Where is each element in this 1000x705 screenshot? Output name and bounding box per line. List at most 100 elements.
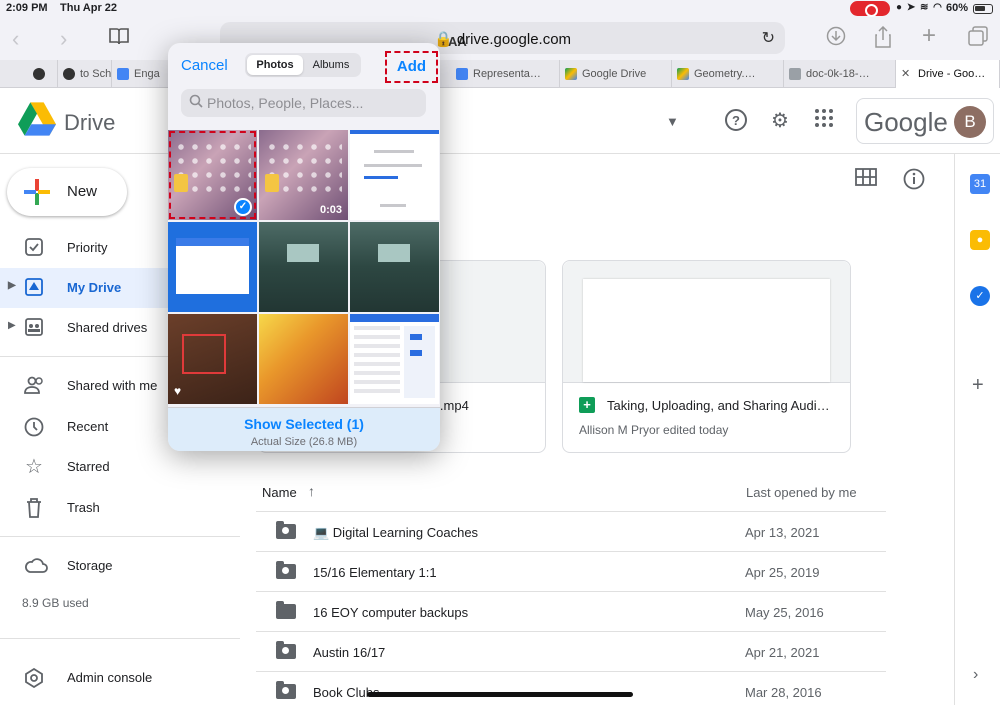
- shared-folder-icon: [276, 681, 296, 699]
- bookmarks-icon[interactable]: [108, 26, 130, 52]
- show-selected-button[interactable]: Show Selected (1): [168, 416, 440, 432]
- expand-caret-icon[interactable]: ▶: [8, 280, 16, 291]
- search-placeholder: Photos, People, Places...: [207, 95, 364, 111]
- shared-folder-icon: [276, 561, 296, 579]
- screen-recording-icon[interactable]: [850, 1, 890, 17]
- photo-picker-popover: Cancel Photos Albums Add Photos, People,…: [168, 43, 440, 451]
- photo-search-input[interactable]: Photos, People, Places...: [181, 89, 426, 117]
- add-addon-icon[interactable]: +: [972, 374, 984, 397]
- folder-date: Apr 21, 2021: [745, 645, 820, 660]
- actual-size-option[interactable]: Actual Size (26.8 MB): [168, 436, 440, 448]
- google-wordmark: Google: [864, 107, 948, 137]
- divider: [0, 638, 240, 639]
- cloud-icon: [24, 556, 48, 576]
- sidebar-item-storage[interactable]: Storage: [0, 546, 240, 586]
- keep-icon[interactable]: ●: [970, 230, 990, 250]
- browser-tab[interactable]: Representa…: [451, 60, 560, 88]
- folder-date: Mar 28, 2016: [745, 685, 822, 700]
- browser-tab[interactable]: Enga: [112, 60, 170, 88]
- folder-name: 16 EOY computer backups: [313, 605, 469, 620]
- folder-date: Apr 13, 2021: [745, 525, 820, 540]
- sheets-icon: +: [579, 397, 595, 413]
- grid-view-icon[interactable]: [855, 168, 877, 192]
- close-tab-icon[interactable]: ✕: [901, 67, 913, 80]
- search-options-icon[interactable]: ▼: [666, 114, 679, 129]
- add-button[interactable]: Add: [385, 51, 438, 83]
- sidebar-item-starred[interactable]: ☆ Starred: [0, 447, 240, 487]
- photo-thumbnail[interactable]: ♥: [168, 314, 257, 404]
- home-indicator[interactable]: [367, 692, 633, 697]
- new-button[interactable]: New: [7, 168, 127, 216]
- apps-grid-icon[interactable]: [812, 108, 836, 132]
- tab-favicon: [63, 68, 75, 80]
- arrow-up-icon[interactable]: ↑: [308, 483, 315, 499]
- table-row[interactable]: 15/16 Elementary 1:1 Apr 25, 2019: [256, 552, 886, 592]
- tab-favicon: [33, 68, 45, 80]
- tabs-overview-icon[interactable]: [968, 26, 988, 52]
- browser-tab-active[interactable]: ✕ Drive - Goo…: [896, 60, 1000, 88]
- browser-tab[interactable]: doc-0k-18-…: [784, 60, 896, 88]
- browser-tab[interactable]: Google Drive: [560, 60, 672, 88]
- chevron-right-icon[interactable]: ›: [973, 666, 978, 684]
- folder-name: Austin 16/17: [313, 645, 386, 660]
- browser-tab[interactable]: [28, 60, 58, 88]
- photo-thumbnail[interactable]: [350, 314, 439, 404]
- new-tab-icon[interactable]: +: [922, 22, 936, 50]
- reload-icon[interactable]: ↻: [762, 28, 775, 48]
- search-icon: [189, 94, 203, 108]
- sidebar-item-label: Shared drives: [67, 320, 148, 335]
- file-title: Taking, Uploading, and Sharing Audi…: [607, 398, 830, 413]
- folder-date: May 25, 2016: [745, 605, 824, 620]
- tab-favicon: [117, 68, 129, 80]
- checkmark-icon: ✓: [234, 198, 252, 216]
- photo-thumbnail[interactable]: [168, 222, 257, 312]
- divider: [0, 536, 240, 537]
- info-icon[interactable]: [903, 168, 925, 196]
- video-thumbnail[interactable]: 0:03: [259, 130, 348, 220]
- calendar-icon[interactable]: 31: [970, 174, 990, 194]
- sidebar-item-label: Shared with me: [67, 378, 158, 393]
- suggested-file-card[interactable]: + Taking, Uploading, and Sharing Audi… A…: [562, 260, 851, 453]
- table-row[interactable]: 💻 Digital Learning Coaches Apr 13, 2021: [256, 512, 886, 552]
- sidebar-item-label: My Drive: [67, 280, 122, 295]
- status-date: Thu Apr 22: [60, 2, 118, 14]
- back-icon[interactable]: ‹: [12, 26, 19, 52]
- video-duration: 0:03: [319, 204, 342, 216]
- photo-thumbnail[interactable]: [350, 222, 439, 312]
- download-icon[interactable]: [826, 26, 846, 52]
- expand-caret-icon[interactable]: ▶: [8, 320, 16, 331]
- last-opened-column[interactable]: Last opened by me: [746, 485, 857, 500]
- sort-by-name[interactable]: Name: [262, 485, 297, 500]
- tasks-icon[interactable]: ✓: [970, 286, 990, 306]
- status-bar: 2:09 PM Thu Apr 22 ● ➤ ≋ ◠ 60%: [0, 0, 1000, 18]
- forward-icon[interactable]: ›: [60, 26, 67, 52]
- photo-thumbnail[interactable]: [259, 314, 348, 404]
- photo-thumbnail-selected[interactable]: ✓: [168, 130, 257, 220]
- settings-gear-icon[interactable]: ⚙: [768, 108, 792, 132]
- plus-icon: [24, 179, 50, 205]
- drive-header: Drive ▼ ? ⚙ Google: [0, 88, 1000, 154]
- drive-favicon: [677, 68, 689, 80]
- table-row[interactable]: Book Clubs Mar 28, 2016: [256, 672, 886, 705]
- folder-date: Apr 25, 2019: [745, 565, 820, 580]
- trash-icon: [24, 498, 44, 518]
- checkbox-icon: [24, 238, 44, 258]
- help-icon[interactable]: ?: [724, 108, 748, 132]
- sidebar-item-admin-console[interactable]: Admin console: [0, 658, 240, 698]
- status-time: 2:09 PM: [6, 2, 48, 14]
- browser-tab[interactable]: Geometry.…: [672, 60, 784, 88]
- cancel-button[interactable]: Cancel: [181, 57, 228, 74]
- avatar[interactable]: B: [954, 106, 986, 138]
- tab-photos[interactable]: Photos: [247, 55, 303, 75]
- sidebar-item-label: Storage: [67, 558, 113, 573]
- browser-tab[interactable]: to Sch: [58, 60, 112, 88]
- sidebar-item-trash[interactable]: Trash: [0, 488, 240, 528]
- table-row[interactable]: Austin 16/17 Apr 21, 2021: [256, 632, 886, 672]
- photo-thumbnail[interactable]: [259, 222, 348, 312]
- table-row[interactable]: 16 EOY computer backups May 25, 2016: [256, 592, 886, 632]
- photo-thumbnail[interactable]: [350, 130, 439, 220]
- file-activity: Allison M Pryor edited today: [579, 423, 729, 437]
- sidebar-item-label: Starred: [67, 459, 110, 474]
- share-icon[interactable]: [874, 25, 892, 54]
- tab-albums[interactable]: Albums: [303, 55, 359, 75]
